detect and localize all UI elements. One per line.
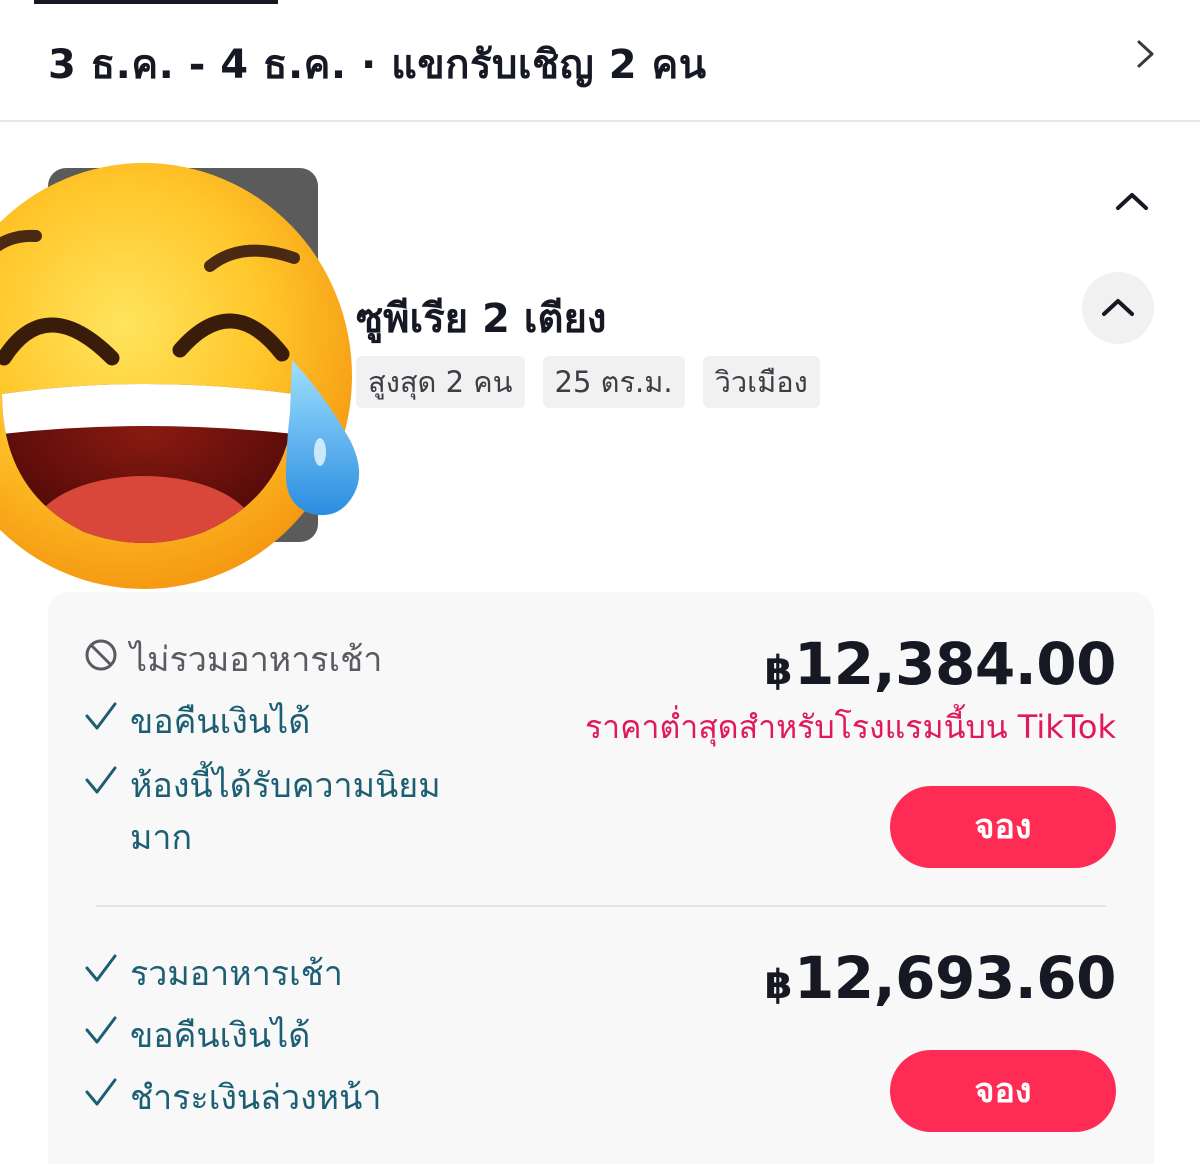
room-collapse-button[interactable] (1082, 272, 1154, 344)
tag-size: 25 ตร.ม. (542, 356, 685, 408)
no-entry-icon (85, 639, 117, 671)
check-icon (85, 1078, 117, 1106)
chevron-up-icon (1102, 299, 1134, 316)
lowest-price-note: ราคาต่ำสุดสำหรับโรงแรมนี้บน TikTok (584, 708, 1116, 746)
book-button[interactable]: จอง (890, 786, 1116, 868)
rate-price: ฿12,384.00 (764, 630, 1117, 698)
date-range-text: 3 ธ.ค. - 4 ธ.ค. · แขกรับเชิญ 2 คน (48, 42, 707, 88)
price-amount: 12,693.60 (793, 944, 1117, 1012)
book-button[interactable]: จอง (890, 1050, 1116, 1132)
date-guest-selector[interactable]: 3 ธ.ค. - 4 ธ.ค. · แขกรับเชิญ 2 คน (0, 0, 1200, 122)
laughing-tears-emoji-icon (0, 163, 360, 589)
tag-view: วิวเมือง (702, 356, 820, 408)
check-icon (85, 954, 117, 982)
currency-symbol: ฿ (764, 962, 793, 1008)
room-tags: สูงสุด 2 คน 25 ตร.ม. วิวเมือง (356, 356, 820, 408)
rate-option: ไม่รวมอาหารเช้า ขอคืนเงินได้ ห้องนี้ได้ร… (48, 592, 1154, 907)
currency-symbol: ฿ (764, 648, 793, 694)
rate-price: ฿12,693.60 (764, 944, 1117, 1012)
rate-option: รวมอาหารเช้า ขอคืนเงินได้ ชำระเงินล่วงหน… (48, 908, 1154, 1164)
rate-options-panel: ไม่รวมอาหารเช้า ขอคืนเงินได้ ห้องนี้ได้ร… (48, 592, 1154, 1164)
check-icon (85, 702, 117, 730)
collapse-chevron-up-icon[interactable] (1114, 186, 1150, 216)
tag-capacity: สูงสุด 2 คน (356, 356, 525, 408)
check-icon (85, 766, 117, 794)
room-title: ซูพีเรีย 2 เตียง (356, 296, 607, 342)
check-icon (85, 1016, 117, 1044)
chevron-right-icon (1137, 40, 1154, 68)
price-amount: 12,384.00 (793, 630, 1117, 698)
divider (96, 905, 1106, 907)
